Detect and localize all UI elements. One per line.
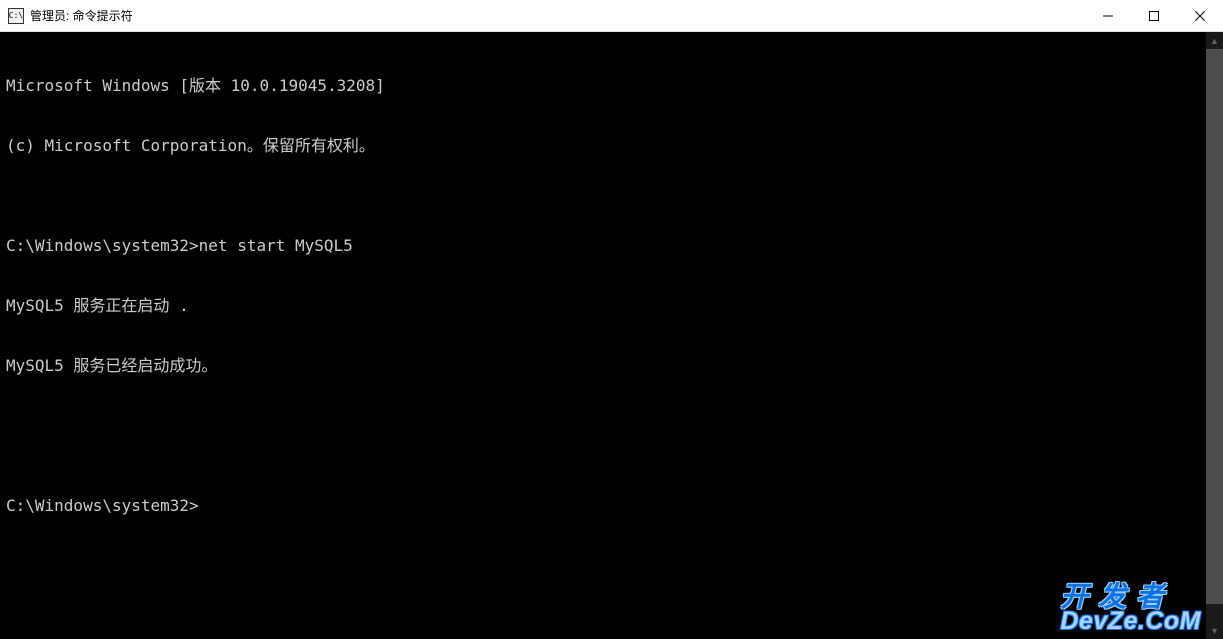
window-title: 管理员: 命令提示符 bbox=[30, 7, 133, 24]
terminal-line: (c) Microsoft Corporation。保留所有权利。 bbox=[6, 136, 1200, 156]
terminal-line: Microsoft Windows [版本 10.0.19045.3208] bbox=[6, 76, 1200, 96]
scrollbar-up-button[interactable]: ▲ bbox=[1206, 32, 1223, 49]
terminal-line: MySQL5 服务正在启动 . bbox=[6, 296, 1200, 316]
terminal-area: Microsoft Windows [版本 10.0.19045.3208] (… bbox=[0, 32, 1223, 639]
terminal-prompt: C:\Windows\system32> bbox=[6, 496, 1200, 516]
close-button[interactable] bbox=[1177, 0, 1223, 32]
window-titlebar: C:\ 管理员: 命令提示符 bbox=[0, 0, 1223, 32]
terminal-line: MySQL5 服务已经启动成功。 bbox=[6, 356, 1200, 376]
scrollbar-thumb[interactable] bbox=[1206, 49, 1223, 604]
window-controls bbox=[1085, 0, 1223, 32]
minimize-button[interactable] bbox=[1085, 0, 1131, 32]
terminal-line: C:\Windows\system32>net start MySQL5 bbox=[6, 236, 1200, 256]
vertical-scrollbar[interactable]: ▲ ▼ bbox=[1206, 32, 1223, 639]
cmd-icon: C:\ bbox=[8, 8, 24, 24]
scrollbar-track[interactable] bbox=[1206, 49, 1223, 622]
scrollbar-down-button[interactable]: ▼ bbox=[1206, 622, 1223, 639]
terminal-output[interactable]: Microsoft Windows [版本 10.0.19045.3208] (… bbox=[0, 32, 1206, 639]
maximize-button[interactable] bbox=[1131, 0, 1177, 32]
